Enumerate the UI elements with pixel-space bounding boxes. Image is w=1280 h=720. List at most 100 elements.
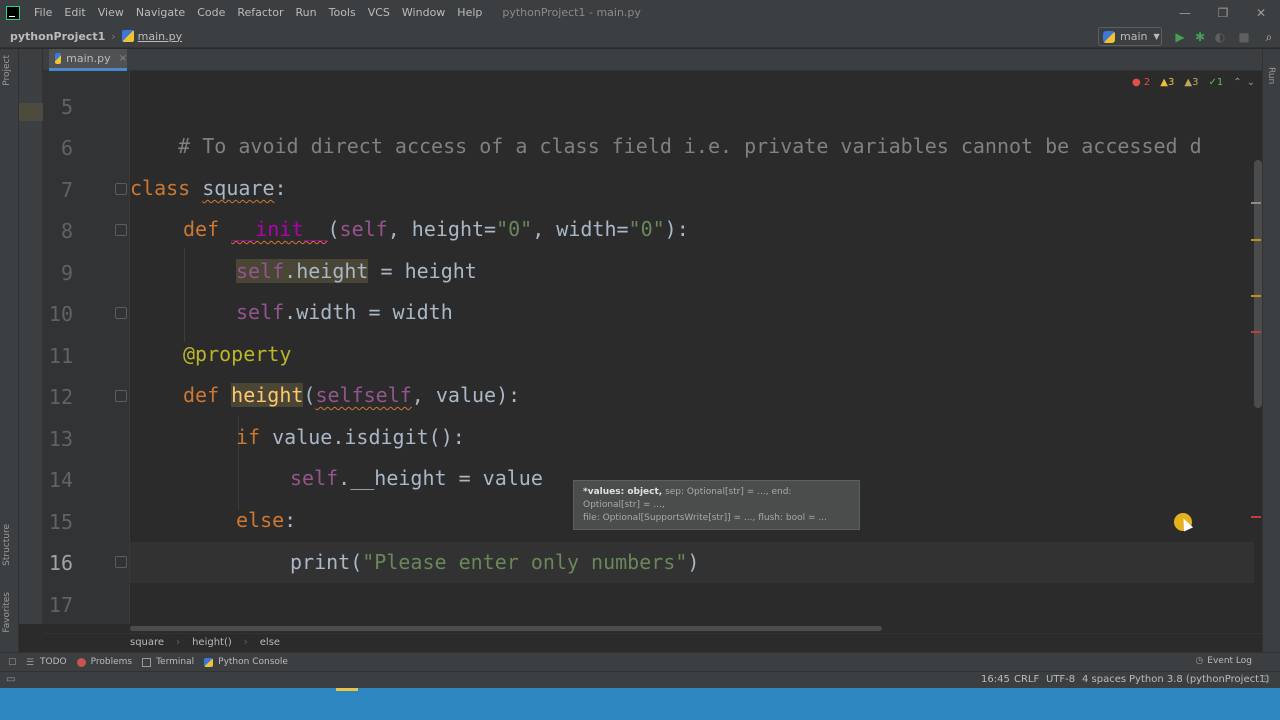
line-number: 14 (48, 468, 73, 492)
code-line-5: # To avoid direct access of a class fiel… (178, 134, 1202, 158)
line-separator[interactable]: CRLF (1014, 674, 1039, 685)
file-encoding[interactable]: UTF-8 (1046, 674, 1075, 685)
code-line-16: print("Please enter only numbers") (290, 550, 700, 574)
menu-vcs[interactable]: VCS (362, 6, 396, 19)
line-number: 11 (48, 344, 73, 368)
fold-marker-icon[interactable] (115, 183, 127, 195)
tooltip-params-line2: file: Optional[SupportsWrite[str]] = ...… (583, 513, 827, 523)
run-icon[interactable]: ▶ (1172, 29, 1188, 45)
menu-file[interactable]: File (28, 6, 58, 19)
menu-window[interactable]: Window (396, 6, 451, 19)
fold-marker-icon[interactable] (115, 556, 127, 568)
lock-icon[interactable]: ⊡ (1261, 674, 1269, 685)
scroll-marker[interactable] (1251, 295, 1261, 297)
left-tool-strip: Project Structure Favorites (0, 49, 19, 672)
close-tab-icon[interactable]: × (119, 53, 127, 64)
tool-tab-label: TODO (40, 657, 67, 667)
editor-gutter: 5 6 7 8 9 10 11 12 13 14 15 16 17 (43, 71, 130, 624)
menu-code[interactable]: Code (191, 6, 231, 19)
error-count: ● 2 (1132, 76, 1151, 88)
window-title: pythonProject1 - main.py (502, 6, 641, 19)
tab-main-py[interactable]: main.py × (49, 49, 127, 71)
project-tool-button[interactable]: Project (2, 55, 12, 86)
prev-highlight-icon[interactable]: ⌃ (1233, 77, 1241, 88)
code-line-9: self.height = height (236, 259, 477, 283)
event-log-button[interactable]: ◷ Event Log (1195, 656, 1252, 666)
breadcrumb-item[interactable]: square (130, 637, 164, 648)
tooltip-current-param: *values: object, (583, 487, 663, 497)
menu-edit[interactable]: Edit (58, 6, 91, 19)
line-number: 9 (60, 261, 73, 285)
os-taskbar (0, 688, 1280, 720)
code-line-10: self.width = width (236, 300, 453, 324)
run-tool-button[interactable]: Run (1266, 67, 1276, 84)
tool-tab-todo[interactable]: ☰ TODO (26, 657, 77, 668)
breadcrumb: square › height() › else (43, 633, 1262, 651)
menu-navigate[interactable]: Navigate (130, 6, 191, 19)
code-line-15: else: (236, 508, 297, 532)
fold-marker-icon[interactable] (115, 390, 127, 402)
status-layout-icon[interactable]: ▭ (6, 674, 15, 685)
code-editor[interactable]: # To avoid direct access of a class fiel… (130, 71, 1254, 624)
event-log-label: Event Log (1207, 656, 1252, 666)
pycharm-logo-icon (6, 5, 20, 20)
fold-marker-icon[interactable] (115, 307, 127, 319)
typo-count: ✓1 (1208, 76, 1224, 88)
coverage-icon[interactable]: ◐ (1212, 29, 1228, 45)
toggle-tool-windows-icon[interactable]: ▢ (8, 657, 18, 667)
line-number: 5 (60, 95, 73, 119)
tool-tab-python-console[interactable]: Python Console (204, 657, 298, 667)
code-line-13: if value.isdigit(): (236, 425, 465, 449)
vertical-scrollbar[interactable] (1254, 160, 1262, 408)
minimize-button[interactable]: — (1166, 0, 1204, 25)
scroll-marker[interactable] (1251, 516, 1261, 518)
code-line-11: @property (183, 342, 292, 366)
breadcrumb-item[interactable]: else (260, 637, 280, 648)
run-configuration-select[interactable]: main ▼ (1098, 27, 1162, 46)
indent-setting[interactable]: 4 spaces (1082, 674, 1126, 685)
tool-window-bar: ▢ ☰ TODO Problems Terminal Python Consol… (0, 652, 1280, 671)
python-file-icon (121, 30, 134, 42)
scroll-marker[interactable] (1251, 202, 1261, 204)
python-icon (1103, 30, 1115, 43)
close-window-button[interactable]: ✕ (1242, 0, 1280, 25)
menu-help[interactable]: Help (451, 6, 488, 19)
scroll-marker[interactable] (1251, 239, 1261, 241)
tool-tab-problems[interactable]: Problems (76, 657, 142, 667)
taskbar-active-indicator (336, 688, 358, 691)
search-everywhere-icon[interactable]: ⌕ (1261, 29, 1277, 45)
structure-tool-button[interactable]: Structure (2, 524, 12, 566)
breadcrumb-separator-icon: › (176, 637, 181, 648)
stop-icon[interactable]: ■ (1236, 29, 1252, 45)
navigation-bar: pythonProject1 › main.py main ▼ ▶ ✱ ◐ ■ … (0, 25, 1280, 48)
line-number: 12 (48, 385, 73, 409)
fold-marker-icon[interactable] (115, 224, 127, 236)
menu-view[interactable]: View (92, 6, 130, 19)
restore-button[interactable]: ❐ (1204, 0, 1242, 25)
python-interpreter[interactable]: Python 3.8 (pythonProject1) (1129, 674, 1269, 685)
weak-warning-count: ▲3 (1184, 76, 1199, 88)
menu-tools[interactable]: Tools (323, 6, 362, 19)
tool-tab-terminal[interactable]: Terminal (142, 657, 204, 667)
favorites-tool-button[interactable]: Favorites (2, 592, 12, 633)
breadcrumb-item[interactable]: height() (192, 637, 232, 648)
menu-refactor[interactable]: Refactor (231, 6, 289, 19)
debug-icon[interactable]: ✱ (1192, 29, 1208, 45)
problems-icon (76, 657, 86, 667)
line-number: 15 (48, 510, 73, 534)
terminal-icon (142, 657, 152, 667)
project-panel-selection (19, 103, 43, 121)
parameter-info-tooltip: *values: object, sep: Optional[str] = ..… (573, 480, 860, 530)
nav-project-name[interactable]: pythonProject1 (10, 30, 105, 43)
menu-run[interactable]: Run (290, 6, 323, 19)
nav-file-name[interactable]: main.py (138, 30, 182, 43)
inspections-widget[interactable]: ● 2 ▲3 ▲3 ✓1 ⌃ ⌄ (1132, 75, 1260, 89)
scroll-marker[interactable] (1251, 331, 1261, 333)
menu-bar: File Edit View Navigate Code Refactor Ru… (0, 0, 1280, 25)
next-highlight-icon[interactable]: ⌄ (1247, 77, 1255, 88)
line-number: 10 (48, 302, 73, 326)
horizontal-scrollbar[interactable] (130, 626, 882, 631)
breadcrumb-separator-icon: › (243, 637, 248, 648)
caret-position[interactable]: 16:45 (981, 674, 1010, 685)
python-file-icon (55, 53, 62, 64)
